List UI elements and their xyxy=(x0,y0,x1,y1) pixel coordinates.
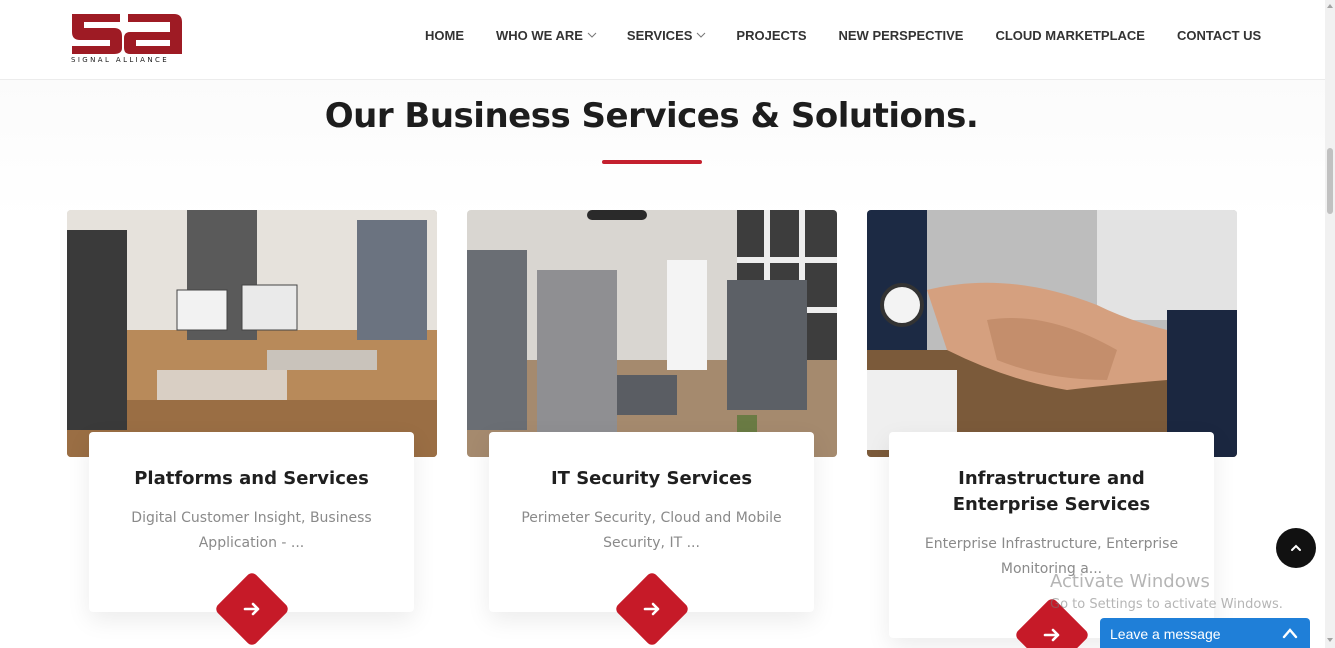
site-header: SIGNAL ALLIANCE HOME WHO WE ARE SERVICES… xyxy=(0,0,1325,80)
nav-cloud-marketplace[interactable]: CLOUD MARKETPLACE xyxy=(995,28,1145,43)
card-title: Platforms and Services xyxy=(134,468,369,489)
nav-new-perspective[interactable]: NEW PERSPECTIVE xyxy=(839,28,964,43)
section-title: Our Business Services & Solutions. xyxy=(324,96,979,136)
nav-projects-label: PROJECTS xyxy=(736,27,807,43)
scrollbar-thumb[interactable] xyxy=(1327,148,1333,214)
card-title: Infrastructure and Enterprise Services xyxy=(952,468,1151,515)
nav-who-we-are-label: WHO WE ARE xyxy=(496,27,583,43)
nav-home-label: HOME xyxy=(425,27,464,43)
activate-windows-hint: Go to Settings to activate Windows. xyxy=(1050,597,1283,612)
nav-cloud-marketplace-label: CLOUD MARKETPLACE xyxy=(995,27,1145,43)
nav-home[interactable]: HOME xyxy=(425,28,464,43)
logo-tagline: SIGNAL ALLIANCE xyxy=(71,56,170,64)
card-image-infrastructure xyxy=(867,210,1237,457)
arrow-right-icon xyxy=(243,602,260,616)
nav-services[interactable]: SERVICES xyxy=(627,28,707,43)
scroll-up-arrow-icon[interactable] xyxy=(1326,2,1334,10)
chevron-down-icon xyxy=(697,32,706,38)
nav-projects[interactable]: PROJECTS xyxy=(736,28,806,43)
chevron-down-icon xyxy=(587,32,597,38)
title-underline xyxy=(602,160,702,164)
card-image-platforms xyxy=(67,210,437,457)
nav-services-label: SERVICES xyxy=(626,27,693,43)
card-description: Perimeter Security, Cloud and Mobile Sec… xyxy=(521,510,782,551)
activate-windows-watermark: Activate Windows xyxy=(1050,571,1210,592)
nav-who-we-are[interactable]: WHO WE ARE xyxy=(496,28,597,43)
card-description: Digital Customer Insight, Business Appli… xyxy=(131,510,372,551)
chevron-up-icon xyxy=(1282,628,1298,639)
back-to-top-button[interactable] xyxy=(1276,528,1316,568)
card-title: IT Security Services xyxy=(550,468,753,489)
chevron-up-icon xyxy=(1291,544,1301,551)
page-scrollbar[interactable] xyxy=(1325,0,1335,648)
nav-new-perspective-label: NEW PERSPECTIVE xyxy=(838,27,964,43)
leave-message-chat-widget[interactable]: Leave a message xyxy=(1100,618,1310,648)
chat-label: Leave a message xyxy=(1110,626,1221,642)
main-nav: HOME WHO WE ARE SERVICES PROJECTS NEW PE… xyxy=(425,0,1261,70)
nav-contact-us[interactable]: CONTACT US xyxy=(1177,28,1261,43)
card-image-it-security xyxy=(467,210,837,457)
arrow-right-icon xyxy=(1043,628,1060,642)
scroll-down-arrow-icon[interactable] xyxy=(1326,636,1334,644)
nav-contact-us-label: CONTACT US xyxy=(1176,27,1262,43)
arrow-right-icon xyxy=(643,602,660,616)
